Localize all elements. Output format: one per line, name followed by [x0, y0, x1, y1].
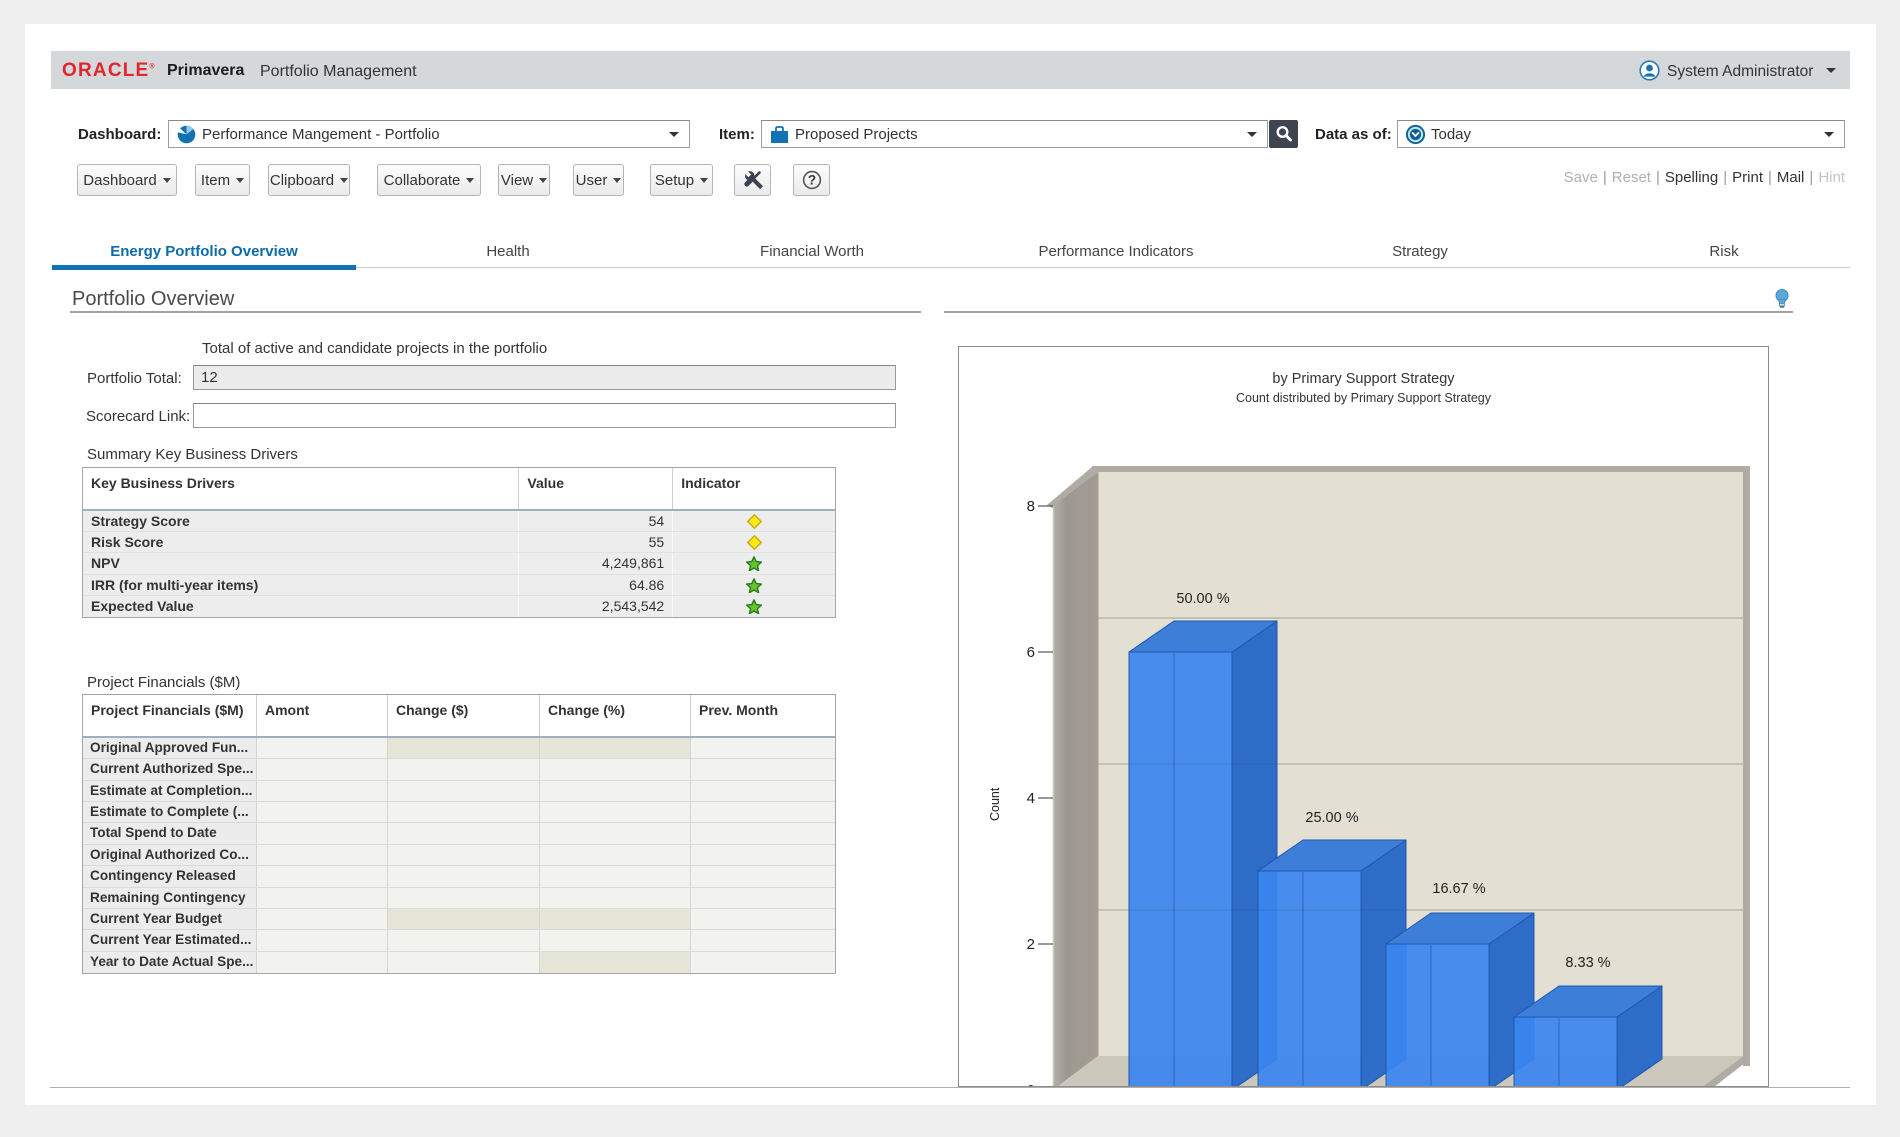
svg-text:2: 2 [1027, 936, 1035, 953]
svg-text:8.33 %: 8.33 % [1565, 955, 1610, 971]
svg-text:6: 6 [1027, 644, 1035, 661]
svg-text:?: ? [807, 173, 815, 188]
svg-text:25.00 %: 25.00 % [1305, 810, 1358, 826]
svg-text:8: 8 [1027, 498, 1035, 515]
svg-text:16.67 %: 16.67 % [1432, 881, 1485, 897]
svg-text:4: 4 [1027, 790, 1035, 807]
svg-text:50.00 %: 50.00 % [1176, 591, 1229, 607]
svg-text:Count: Count [988, 787, 1002, 821]
